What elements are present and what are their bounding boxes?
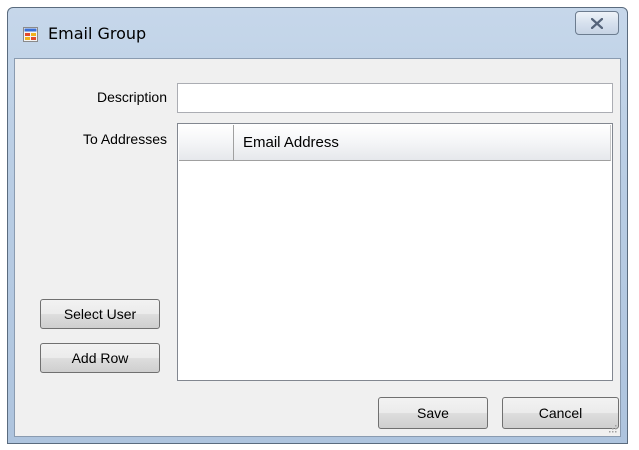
- window-title: Email Group: [48, 24, 147, 43]
- title-bar[interactable]: Email Group: [8, 8, 627, 58]
- dialog-body: Description To Addresses Email Address S…: [14, 58, 621, 437]
- email-group-window: Email Group Description To Addresses Ema…: [7, 7, 628, 444]
- grid-header: Email Address: [179, 125, 611, 161]
- add-row-button[interactable]: Add Row: [40, 343, 160, 373]
- description-input[interactable]: [177, 83, 613, 113]
- save-button[interactable]: Save: [378, 397, 488, 429]
- email-address-grid[interactable]: Email Address: [177, 123, 613, 381]
- close-icon: [591, 17, 603, 29]
- close-button[interactable]: [575, 11, 619, 35]
- description-label: Description: [96, 89, 167, 105]
- form-icon: [23, 27, 38, 42]
- select-user-button[interactable]: Select User: [40, 299, 160, 329]
- cancel-button[interactable]: Cancel: [502, 397, 619, 429]
- resize-grip-icon[interactable]: [609, 425, 617, 433]
- column-header-email-address[interactable]: Email Address: [234, 125, 611, 161]
- to-addresses-label: To Addresses: [82, 131, 167, 147]
- row-header-corner[interactable]: [179, 125, 234, 161]
